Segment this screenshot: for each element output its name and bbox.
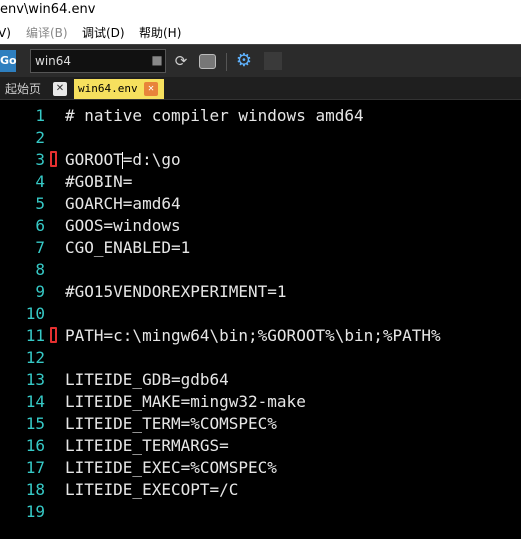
menu-build[interactable]: 编译(B): [26, 22, 68, 44]
gear-icon[interactable]: ⚙: [233, 50, 255, 72]
code-editor[interactable]: 1 # native compiler windows amd64 2 3GOROOT…: [0, 100, 521, 539]
editor-line: 17 LITEIDE_EXEC=%COMSPEC%: [0, 457, 521, 479]
editor-line: 11 PATH=c:\mingw64\bin;%GOROOT%\bin;%PATH…: [0, 325, 521, 347]
line-number: 19: [25, 502, 45, 521]
text-cursor: [122, 152, 123, 169]
code-line-text: PATH=c:\mingw64\bin;%GOROOT%\bin;%PATH%: [65, 326, 441, 345]
menu-debug[interactable]: 调试(D): [82, 22, 125, 44]
editor-line: 8: [0, 259, 521, 281]
refresh-icon[interactable]: ⟳: [170, 50, 192, 72]
edit-environment-icon[interactable]: [196, 50, 218, 72]
line-number: 3: [35, 150, 45, 169]
editor-line: 4 #GOBIN=: [0, 171, 521, 193]
line-number: 16: [25, 436, 45, 455]
tab-win64-env-label: win64.env: [78, 82, 138, 95]
code-line-text: # native compiler windows amd64: [65, 106, 364, 125]
line-number: 7: [35, 238, 45, 257]
code-line-text: GOARCH=amd64: [65, 194, 181, 213]
code-line-text: LITEIDE_GDB=gdb64: [65, 370, 229, 389]
line-number: 4: [35, 172, 45, 191]
line-number: 1: [35, 106, 45, 125]
disabled-button-icon: [264, 52, 282, 70]
editor-line: 7 CGO_ENABLED=1: [0, 237, 521, 259]
window-title-bar: env\win64.env: [0, 0, 521, 22]
code-line-text: LITEIDE_MAKE=mingw32-make: [65, 392, 306, 411]
editor-line: 14 LITEIDE_MAKE=mingw32-make: [0, 391, 521, 413]
close-icon[interactable]: ✕: [144, 82, 158, 96]
dropdown-arrow-icon[interactable]: ■: [150, 52, 164, 68]
line-number: 11: [25, 326, 45, 345]
line-number: 10: [25, 304, 45, 323]
line-number: 18: [25, 480, 45, 499]
line-number: 5: [35, 194, 45, 213]
tab-bar: 起始页 ✕ win64.env ✕: [0, 77, 521, 100]
tab-start-page-label: 起始页: [5, 82, 42, 96]
line-number: 2: [35, 128, 45, 147]
editor-line: 18 LITEIDE_EXECOPT=/C: [0, 479, 521, 501]
environment-select-value: win64: [35, 54, 72, 68]
code-line-text: LITEIDE_TERMARGS=: [65, 436, 229, 455]
line-number: 14: [25, 392, 45, 411]
code-line-text: LITEIDE_EXECOPT=/C: [65, 480, 239, 499]
go-button[interactable]: Go: [0, 50, 17, 72]
line-number: 17: [25, 458, 45, 477]
window-title: env\win64.env: [0, 2, 96, 17]
editor-line: 15 LITEIDE_TERM=%COMSPEC%: [0, 413, 521, 435]
editor-line: 12: [0, 347, 521, 369]
editor-line: 16 LITEIDE_TERMARGS=: [0, 435, 521, 457]
code-line-text: LITEIDE_EXEC=%COMSPEC%: [65, 458, 277, 477]
tab-start-page[interactable]: 起始页 ✕: [0, 79, 72, 99]
editor-line: 3GOROOT=d:\go: [0, 149, 521, 171]
editor-line: 9 #GO15VENDOREXPERIMENT=1: [0, 281, 521, 303]
editor-line: 10: [0, 303, 521, 325]
code-line-text: LITEIDE_TERM=%COMSPEC%: [65, 414, 277, 433]
toolbar: Go win64 ■ ⟳ ⚙: [0, 44, 521, 77]
code-line-text: CGO_ENABLED=1: [65, 238, 191, 257]
editor-line: 1 # native compiler windows amd64: [0, 105, 521, 127]
editor-line: 13 LITEIDE_GDB=gdb64: [0, 369, 521, 391]
line-number: 12: [25, 348, 45, 367]
line-number: 8: [35, 260, 45, 279]
environment-select[interactable]: win64: [30, 49, 166, 73]
line-number: 6: [35, 216, 45, 235]
editor-line: 6 GOOS=windows: [0, 215, 521, 237]
tab-win64-env[interactable]: win64.env ✕: [74, 79, 164, 99]
code-line-text: GOOS=windows: [65, 216, 181, 235]
editor-line: 2: [0, 127, 521, 149]
bookmark-marker[interactable]: [50, 151, 57, 167]
menu-view[interactable]: V): [0, 22, 11, 44]
bookmark-marker[interactable]: [50, 327, 57, 343]
line-number: 13: [25, 370, 45, 389]
toolbar-separator: [226, 53, 227, 71]
editor-line: 5 GOARCH=amd64: [0, 193, 521, 215]
line-number: 15: [25, 414, 45, 433]
close-icon[interactable]: ✕: [53, 82, 67, 96]
code-line-text: #GOBIN=: [65, 172, 133, 191]
menu-help[interactable]: 帮助(H): [139, 22, 181, 44]
line-number: 9: [35, 282, 45, 301]
editor-line: 19: [0, 501, 521, 523]
menu-bar: V) 编译(B) 调试(D) 帮助(H): [0, 22, 521, 44]
code-line-text: #GO15VENDOREXPERIMENT=1: [65, 282, 287, 301]
